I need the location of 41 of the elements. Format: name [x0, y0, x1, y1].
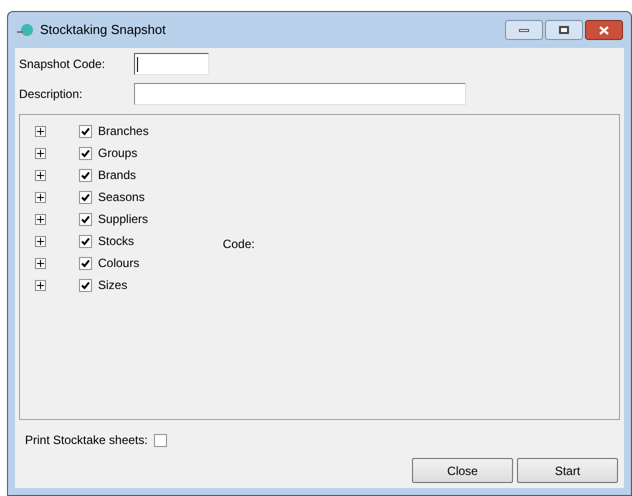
tree-item[interactable]: Seasons [98, 188, 145, 206]
input-field[interactable] [134, 83, 466, 105]
close-window-button[interactable] [585, 20, 623, 40]
tree-item[interactable]: Groups [98, 144, 138, 162]
code-label: Code: [222, 236, 255, 251]
expand-icon[interactable] [35, 280, 46, 290]
expand-icon[interactable] [35, 214, 46, 224]
checkbox[interactable] [79, 212, 92, 226]
tree-item[interactable]: Branches [98, 122, 149, 140]
tree-item[interactable]: Colours [98, 254, 140, 272]
expand-icon[interactable] [35, 192, 46, 202]
checkbox[interactable] [79, 146, 92, 160]
field-label: Snapshot Code: [19, 56, 106, 73]
print-sheets-checkbox[interactable] [154, 434, 167, 446]
maximize-icon [559, 26, 569, 34]
input-field[interactable] [134, 53, 209, 75]
checkbox[interactable] [79, 234, 92, 248]
expand-icon[interactable] [35, 126, 46, 136]
expand-icon[interactable] [35, 148, 46, 158]
window-title: Stocktaking Snapshot [40, 21, 166, 40]
checkbox[interactable] [79, 256, 92, 270]
maximize-button[interactable] [545, 20, 583, 40]
minimize-button[interactable] [505, 20, 543, 40]
dialog-button[interactable]: Start [517, 458, 618, 483]
close-icon [599, 26, 609, 34]
minimize-icon [519, 28, 529, 32]
app-icon [16, 22, 34, 38]
expand-icon[interactable] [35, 258, 46, 268]
dialog-button[interactable]: Close [412, 458, 513, 483]
tree-item[interactable]: Stocks [98, 232, 134, 250]
tree-item[interactable]: Sizes [98, 276, 128, 294]
checkbox[interactable] [79, 168, 92, 182]
field-label: Description: [19, 86, 84, 103]
tree-item[interactable]: Brands [98, 166, 136, 184]
checkbox[interactable] [79, 278, 92, 292]
print-sheets-label: Print Stocktake sheets: [25, 432, 148, 449]
expand-icon[interactable] [35, 236, 46, 246]
expand-icon[interactable] [35, 170, 46, 180]
checkbox[interactable] [79, 124, 92, 138]
checkbox[interactable] [79, 190, 92, 204]
tree-item[interactable]: Suppliers [98, 210, 148, 228]
